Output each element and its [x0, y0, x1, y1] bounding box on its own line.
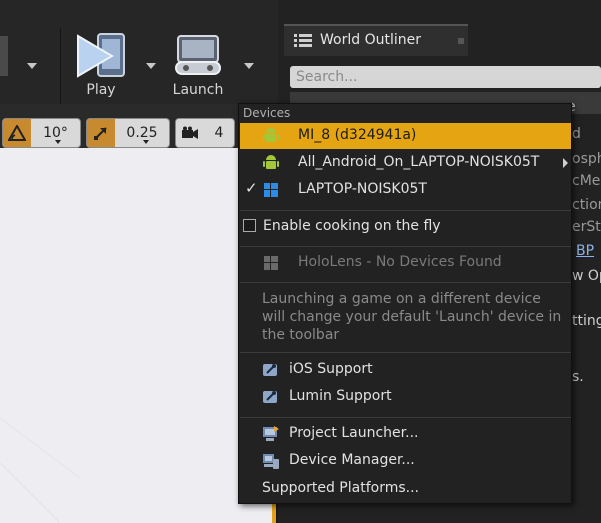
- menu-item-label: Project Launcher...: [289, 425, 419, 441]
- outliner-row-fragment: w Opt: [572, 268, 601, 284]
- outliner-row-fragment: ttings: [572, 313, 601, 329]
- toolbar-button-cut[interactable]: [0, 28, 22, 104]
- checkmark-icon: ✓: [245, 179, 258, 197]
- tab-title: World Outliner: [320, 32, 421, 48]
- menu-item-label: Device Manager...: [289, 452, 415, 468]
- menu-divider: [240, 210, 571, 211]
- camera-speed-icon[interactable]: [176, 119, 204, 147]
- camera-speed-value[interactable]: 4: [204, 125, 234, 141]
- viewport-grid: [0, 417, 81, 523]
- launch-label: Launch: [172, 82, 224, 98]
- viewport-toolbar: 10° 0.25 4: [0, 104, 272, 148]
- menu-item-label: HoloLens - No Devices Found: [298, 254, 502, 270]
- rotation-snap-control[interactable]: 10°: [2, 118, 81, 148]
- enable-cooking-toggle[interactable]: Enable cooking on the fly: [240, 214, 571, 240]
- outliner-row-fragment: ction: [572, 197, 601, 213]
- android-icon: [263, 155, 279, 169]
- menu-item-device-mi8[interactable]: MI_8 (d324941a): [240, 123, 571, 149]
- chevron-down-icon[interactable]: [146, 63, 156, 69]
- outliner-row-fragment: s.: [572, 369, 584, 385]
- outliner-row-fragment: osph: [572, 151, 601, 167]
- menu-item-label: All_Android_On_LAPTOP-NOISK05T: [298, 154, 540, 170]
- search-input[interactable]: [290, 66, 601, 88]
- platform-support-icon: [263, 391, 277, 403]
- platform-support-icon: [263, 364, 277, 376]
- menu-item-device-manager[interactable]: Device Manager...: [240, 448, 571, 474]
- menu-divider: [240, 352, 571, 353]
- outliner-row-fragment: cMe: [572, 173, 601, 189]
- enable-cooking-label: Enable cooking on the fly: [263, 218, 441, 234]
- menu-item-label: iOS Support: [289, 361, 373, 377]
- launch-device-note: Launching a game on a different device w…: [262, 291, 562, 343]
- outliner-row-fragment: d: [572, 126, 581, 142]
- menu-item-label: LAPTOP-NOISK05T: [298, 181, 427, 197]
- scale-snap-value[interactable]: 0.25: [115, 125, 169, 141]
- menu-item-label: Supported Platforms...: [262, 480, 419, 496]
- menu-item-device-all-android[interactable]: All_Android_On_LAPTOP-NOISK05T: [240, 150, 571, 176]
- rotation-snap-icon[interactable]: [3, 119, 31, 147]
- outliner-row-fragment[interactable]: BP: [576, 243, 594, 259]
- chevron-down-icon[interactable]: [244, 63, 254, 69]
- play-icon: [77, 33, 125, 78]
- scale-snap-icon[interactable]: [87, 119, 115, 147]
- menu-item-label: MI_8 (d324941a): [298, 127, 417, 143]
- launch-dropdown-menu: Devices MI_8 (d324941a) All_Android_On_L…: [238, 103, 572, 504]
- rotation-snap-value[interactable]: 10°: [31, 125, 80, 141]
- close-icon[interactable]: [458, 38, 464, 44]
- menu-item-supported-platforms[interactable]: Supported Platforms...: [240, 476, 571, 502]
- menu-divider: [240, 282, 571, 283]
- chevron-down-icon[interactable]: [27, 63, 37, 69]
- main-toolbar: Play Launch: [0, 0, 278, 105]
- windows-icon: [264, 183, 278, 197]
- windows-icon: [264, 256, 278, 270]
- outliner-row-fragment: erSta: [572, 219, 601, 235]
- menu-item-hololens: HoloLens - No Devices Found: [240, 250, 571, 276]
- play-label: Play: [86, 82, 116, 98]
- toolbar-separator: [60, 28, 61, 104]
- chevron-down-icon: [55, 140, 61, 144]
- level-viewport[interactable]: 10° 0.25 4: [0, 104, 276, 523]
- menu-divider: [240, 417, 571, 418]
- outliner-list-icon: [294, 34, 312, 47]
- menu-section-header: Devices: [243, 106, 291, 120]
- launch-icon: [175, 35, 221, 75]
- menu-item-project-launcher[interactable]: Project Launcher...: [240, 421, 571, 447]
- menu-item-label: Lumin Support: [289, 388, 392, 404]
- device-manager-icon: [263, 454, 279, 469]
- menu-item-lumin-support[interactable]: Lumin Support: [240, 384, 571, 410]
- project-launcher-icon: [263, 426, 279, 441]
- menu-item-ios-support[interactable]: iOS Support: [240, 357, 571, 383]
- play-button[interactable]: Play: [64, 28, 138, 104]
- menu-item-device-laptop[interactable]: ✓ LAPTOP-NOISK05T: [240, 177, 571, 203]
- tab-world-outliner[interactable]: World Outliner: [284, 24, 468, 56]
- android-icon: [263, 128, 279, 142]
- chevron-down-icon: [143, 140, 149, 144]
- submenu-arrow-icon: [563, 158, 568, 168]
- enable-cooking-checkbox[interactable]: [243, 219, 256, 232]
- scale-snap-control[interactable]: 0.25: [86, 118, 170, 148]
- outliner-search-box[interactable]: [290, 66, 601, 88]
- camera-speed-control[interactable]: 4: [175, 118, 235, 148]
- menu-divider: [240, 246, 571, 247]
- launch-button[interactable]: Launch: [160, 28, 236, 104]
